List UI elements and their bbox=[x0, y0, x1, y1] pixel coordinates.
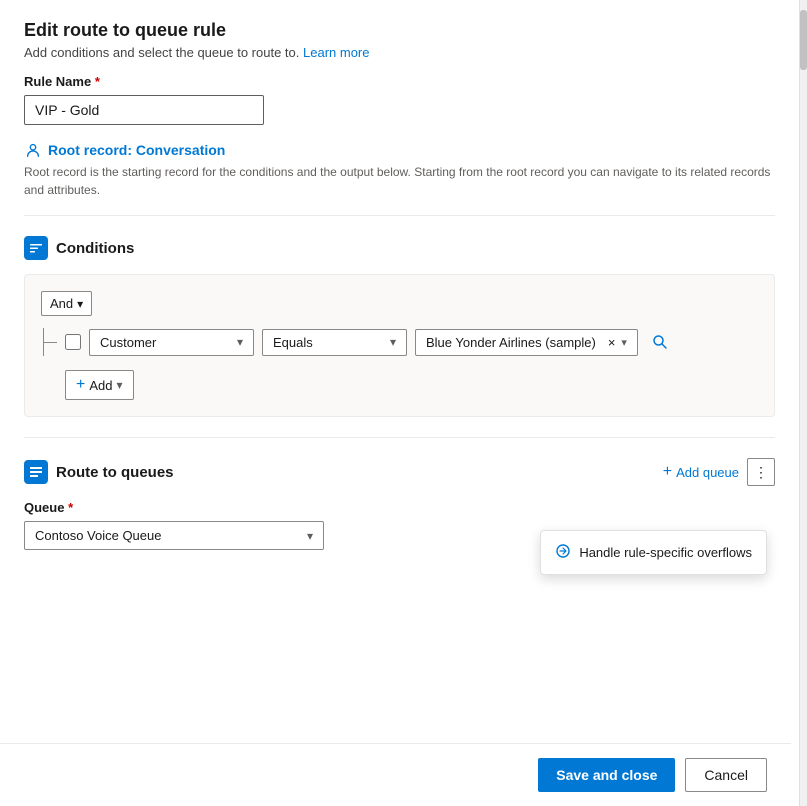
overflow-icon bbox=[555, 543, 571, 562]
rule-name-input[interactable] bbox=[24, 95, 264, 125]
route-section-icon bbox=[24, 460, 48, 484]
more-options-button[interactable]: ⋮ bbox=[747, 458, 775, 486]
queue-chevron-icon: ▾ bbox=[307, 529, 313, 543]
remove-value-button[interactable]: × bbox=[608, 335, 616, 350]
search-button[interactable] bbox=[646, 328, 674, 356]
page-title: Edit route to queue rule Add conditions … bbox=[24, 20, 775, 60]
root-record-section: Root record: Conversation Root record is… bbox=[24, 141, 775, 216]
cancel-button[interactable]: Cancel bbox=[685, 758, 767, 792]
value-chevron-icon: ▾ bbox=[621, 336, 627, 349]
scrollbar-thumb[interactable] bbox=[800, 10, 807, 70]
add-queue-button[interactable]: + Add queue bbox=[663, 463, 739, 481]
operator-select[interactable]: Equals ▾ bbox=[262, 329, 407, 356]
add-condition-button[interactable]: + Add ▾ bbox=[65, 370, 134, 400]
section-divider bbox=[24, 437, 775, 438]
add-chevron-icon: ▾ bbox=[116, 378, 122, 392]
and-chevron-icon bbox=[77, 296, 83, 311]
customer-chevron-icon: ▾ bbox=[237, 335, 243, 349]
rule-name-field: Rule Name * bbox=[24, 74, 775, 125]
footer: Save and close Cancel bbox=[0, 743, 791, 806]
root-record-icon bbox=[24, 141, 42, 159]
condition-value-field[interactable]: Blue Yonder Airlines (sample) × ▾ bbox=[415, 329, 638, 356]
handle-overflow-item[interactable]: Handle rule-specific overflows bbox=[541, 535, 766, 570]
conditions-area: And Customer ▾ bbox=[24, 274, 775, 417]
main-content: Edit route to queue rule Add conditions … bbox=[0, 0, 799, 806]
scrollbar[interactable] bbox=[799, 0, 807, 806]
conditions-section-icon bbox=[24, 236, 48, 260]
operator-chevron-icon: ▾ bbox=[390, 335, 396, 349]
overflow-dropdown-popup: Handle rule-specific overflows bbox=[540, 530, 767, 575]
conditions-section: Conditions And Customer bbox=[24, 236, 775, 417]
condition-row: Customer ▾ Equals ▾ Blue Yonder Airlines… bbox=[65, 328, 758, 356]
add-queue-icon: + bbox=[663, 463, 672, 481]
add-icon: + bbox=[76, 376, 85, 394]
customer-field-select[interactable]: Customer ▾ bbox=[89, 329, 254, 356]
learn-more-link[interactable]: Learn more bbox=[303, 45, 369, 60]
queue-select[interactable]: Contoso Voice Queue ▾ bbox=[24, 521, 324, 550]
condition-checkbox[interactable] bbox=[65, 334, 81, 350]
and-dropdown[interactable]: And bbox=[41, 291, 92, 316]
save-and-close-button[interactable]: Save and close bbox=[538, 758, 675, 792]
